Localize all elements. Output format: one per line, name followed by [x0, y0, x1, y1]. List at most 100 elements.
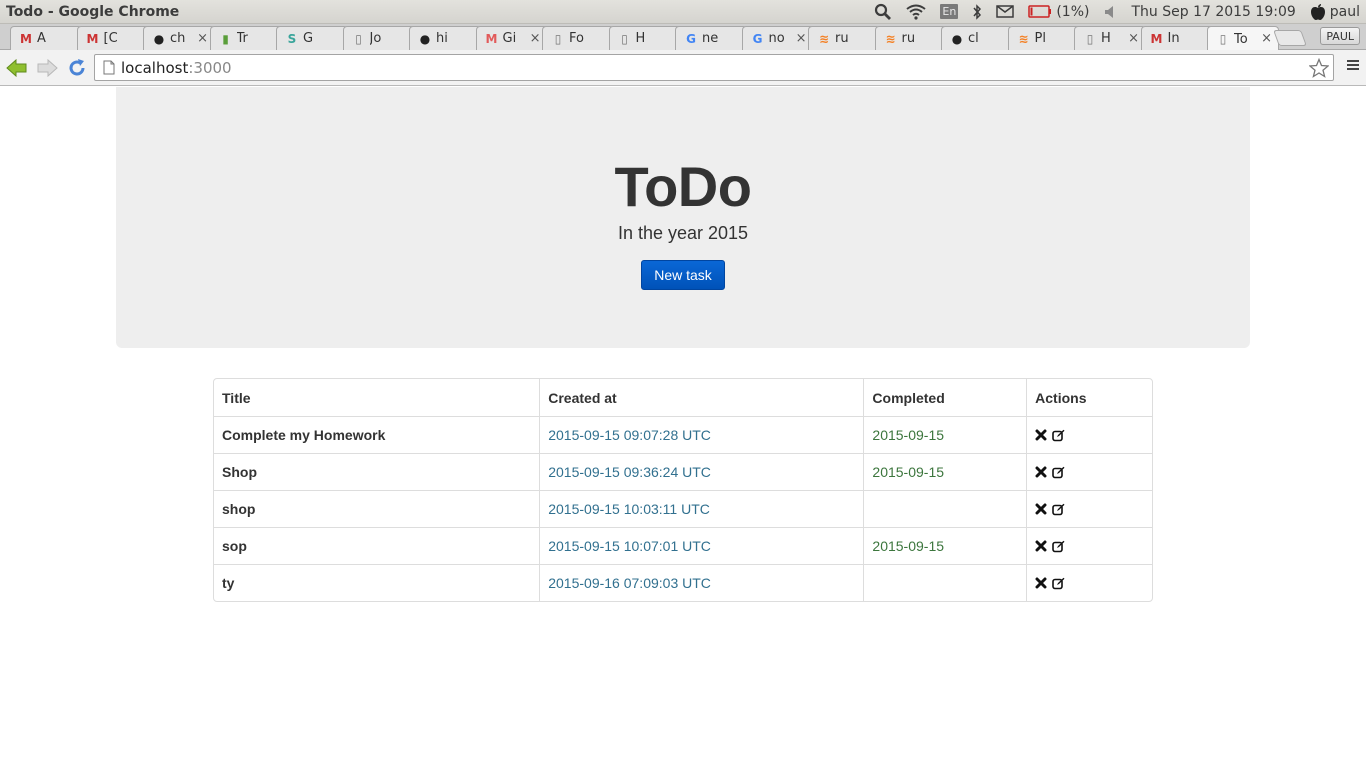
delete-icon[interactable]	[1035, 503, 1047, 515]
tasks-table-body: Complete my Homework 2015-09-15 09:07:28 …	[214, 416, 1152, 601]
browser-tab[interactable]: MA	[10, 26, 82, 50]
delete-icon[interactable]	[1035, 466, 1047, 478]
forward-arrow-icon	[37, 58, 58, 77]
edit-icon[interactable]	[1052, 577, 1065, 590]
os-top-bar: Todo - Google Chrome En (1%) Thu Sep 17 …	[0, 0, 1366, 24]
task-completed-cell: 2015-09-15	[863, 453, 1027, 490]
browser-tab[interactable]: ● hi	[409, 26, 481, 50]
task-title-cell: Shop	[214, 453, 540, 490]
tab-close-icon[interactable]: ×	[1128, 31, 1139, 46]
keyboard-layout-indicator[interactable]: En	[940, 4, 959, 19]
task-created-cell: 2015-09-15 10:03:11 UTC	[539, 490, 864, 527]
wifi-icon[interactable]	[906, 4, 927, 20]
search-icon[interactable]	[874, 3, 892, 21]
tasks-table: Title Created at Completed Actions Compl…	[213, 378, 1153, 602]
browser-tab[interactable]: Gne	[675, 26, 747, 50]
edit-icon[interactable]	[1052, 429, 1065, 442]
back-button[interactable]	[4, 55, 30, 81]
page-icon: ▯	[621, 31, 628, 46]
volume-icon[interactable]	[1103, 5, 1117, 19]
tab-label: Pl	[1034, 31, 1046, 46]
browser-tab[interactable]: Gno ×	[741, 26, 814, 50]
url-port: :3000	[188, 58, 232, 77]
mail-icon[interactable]	[996, 5, 1015, 18]
header-actions: Actions	[1026, 379, 1152, 416]
browser-tab[interactable]: ● ch ×	[143, 26, 215, 50]
google-icon: G	[752, 31, 763, 46]
browser-tab[interactable]: ▯ Jo	[342, 26, 415, 50]
tab-label: A	[37, 31, 46, 46]
task-actions-cell	[1026, 453, 1152, 490]
edit-icon[interactable]	[1052, 503, 1065, 516]
delete-icon[interactable]	[1035, 540, 1047, 552]
user-menu[interactable]: paul	[1310, 3, 1360, 21]
task-title-cell: sop	[214, 527, 540, 564]
tasks-table-container: Title Created at Completed Actions Compl…	[213, 378, 1153, 602]
browser-tab[interactable]: ▯ H ×	[1074, 26, 1146, 50]
tab-close-icon[interactable]: ×	[197, 31, 208, 46]
edit-icon[interactable]	[1052, 466, 1065, 479]
bookmark-star-icon[interactable]	[1308, 57, 1330, 83]
browser-tab[interactable]: M [C	[76, 26, 149, 50]
stackoverflow-icon: ≋	[818, 31, 830, 46]
battery-indicator[interactable]: (1%)	[1028, 4, 1089, 20]
task-actions	[1035, 577, 1144, 590]
delete-icon[interactable]	[1035, 429, 1047, 441]
tab-close-icon[interactable]: ×	[1261, 31, 1272, 46]
google-icon: G	[686, 31, 696, 46]
page-icon	[103, 60, 115, 75]
task-actions	[1035, 466, 1144, 479]
task-completed-cell	[863, 490, 1027, 527]
tab-label: Gi	[502, 31, 517, 46]
new-task-button[interactable]: New task	[641, 260, 725, 290]
task-actions-cell	[1026, 416, 1152, 453]
task-actions	[1035, 503, 1144, 516]
battery-icon	[1028, 5, 1052, 18]
new-tab-button[interactable]	[1273, 30, 1307, 46]
browser-tab[interactable]: M In	[1140, 26, 1213, 50]
forward-button[interactable]	[34, 55, 60, 81]
github-icon: ●	[951, 31, 963, 46]
github-icon: ●	[419, 31, 431, 46]
profile-button[interactable]: PAUL	[1320, 27, 1360, 45]
chrome-menu-icon[interactable]	[1346, 58, 1360, 77]
browser-tab[interactable]: SG	[276, 26, 348, 50]
browser-tab[interactable]: ● cl	[941, 26, 1013, 50]
browser-toolbar: localhost:3000	[0, 50, 1366, 86]
browser-tab[interactable]: ▯ To ×	[1207, 26, 1279, 51]
bluetooth-icon[interactable]	[972, 3, 982, 20]
reload-button[interactable]	[64, 55, 90, 81]
github-icon: ●	[153, 31, 165, 46]
task-actions	[1035, 540, 1144, 553]
page-title: ToDo	[614, 155, 752, 218]
page-icon: ▯	[554, 31, 562, 46]
browser-tab[interactable]: ≋ ru	[808, 26, 880, 50]
address-bar[interactable]: localhost:3000	[94, 54, 1334, 81]
task-completed-cell: 2015-09-15	[863, 527, 1027, 564]
back-arrow-icon	[6, 58, 27, 77]
tab-close-icon[interactable]: ×	[530, 31, 541, 46]
browser-tab[interactable]: ▮ Tr	[209, 26, 282, 50]
system-tray: En (1%) Thu Sep 17 2015 19:09 paul	[874, 3, 1366, 21]
header-title: Title	[222, 389, 251, 406]
browser-tab[interactable]: ≋ ru	[874, 26, 947, 50]
browser-tab[interactable]: ≋ Pl	[1007, 26, 1080, 50]
window-title: Todo - Google Chrome	[6, 3, 180, 20]
task-title-cell: shop	[214, 490, 540, 527]
tab-label: [C	[103, 31, 118, 46]
task-title-cell: Complete my Homework	[214, 416, 540, 453]
browser-tab[interactable]: M Gi ×	[475, 26, 548, 50]
clock[interactable]: Thu Sep 17 2015 19:09	[1131, 4, 1295, 20]
edit-icon[interactable]	[1052, 540, 1065, 553]
tab-label: G	[303, 31, 314, 46]
tab-close-icon[interactable]: ×	[796, 31, 807, 46]
page-icon: ▯	[1086, 31, 1094, 46]
delete-icon[interactable]	[1035, 577, 1047, 589]
browser-tab[interactable]: ▯ H	[608, 26, 681, 50]
tab-label: In	[1167, 31, 1180, 46]
user-name: paul	[1329, 3, 1360, 20]
task-actions-cell	[1026, 527, 1152, 564]
browser-tab[interactable]: ▯ Fo	[542, 26, 614, 50]
page-subtitle: In the year 2015	[617, 223, 749, 243]
reload-icon	[69, 58, 85, 75]
